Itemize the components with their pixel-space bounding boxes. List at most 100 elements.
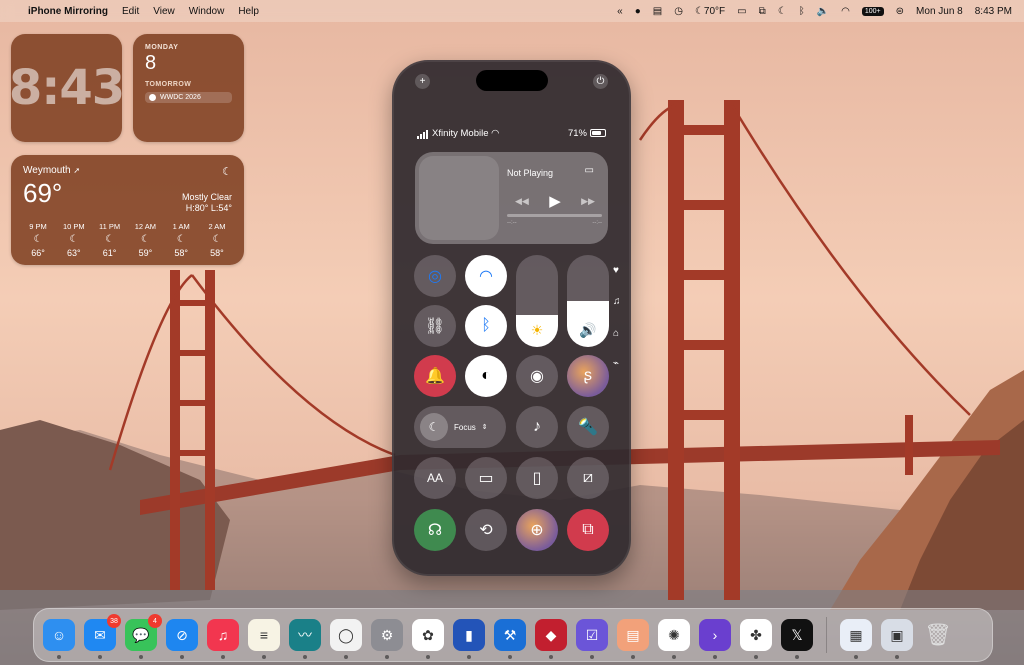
fast-forward-icon[interactable]: ▶▶ — [581, 196, 595, 207]
heart-icon[interactable]: ♥ — [613, 265, 619, 276]
clipboard-icon[interactable]: ▤ — [653, 6, 662, 17]
bluetooth-icon: ᛒ — [481, 317, 491, 334]
recent-window-1-icon: ▦ — [849, 626, 863, 643]
notification-badge: 4 — [148, 614, 162, 628]
menu-edit[interactable]: Edit — [122, 6, 139, 17]
menu-bar: iPhone Mirroring Edit View Window Help «… — [0, 0, 1024, 22]
calendar-day: MONDAY — [145, 44, 179, 51]
calendar-widget[interactable]: MONDAY 8 TOMORROW WWDC 2026 — [133, 34, 244, 142]
window-icon[interactable]: ▭ — [737, 6, 746, 17]
app-red-icon: ◆ — [545, 626, 557, 643]
battery-badge[interactable]: 100+ — [861, 6, 884, 16]
dock-app-finder[interactable]: ☺ — [43, 619, 75, 659]
menu-view[interactable]: View — [153, 6, 175, 17]
wifi-icon[interactable]: ◠ — [841, 6, 850, 17]
clock-widget[interactable]: 8:43 — [9, 34, 125, 142]
focus-moon-icon[interactable]: ☾ — [778, 6, 787, 17]
volume-icon[interactable]: 🔈 — [817, 6, 829, 17]
dock-app-chatgpt[interactable]: ✺ — [658, 619, 690, 659]
bluetooth-toggle[interactable]: ᛒ — [465, 305, 507, 347]
wifi-icon: ◠ — [479, 268, 493, 285]
weather-status[interactable]: ☾ 70°F — [695, 6, 725, 17]
hearing-button[interactable]: ☊ — [414, 509, 456, 551]
event-dot-icon — [149, 94, 156, 101]
screen-mirror-icon[interactable]: ⧉ — [759, 6, 766, 17]
add-control-icon[interactable]: + — [415, 74, 430, 89]
menu-help[interactable]: Help — [238, 6, 259, 17]
chevron-updown-icon: ⇕ — [481, 424, 488, 431]
airplay-icon[interactable]: ▭ — [585, 165, 594, 176]
running-indicator — [713, 655, 717, 659]
dock-app-recent-window-1[interactable]: ▦ — [840, 619, 872, 659]
dock-app-safari[interactable]: ⊘ — [166, 619, 198, 659]
app-status-icon[interactable]: ● — [635, 6, 641, 17]
magnifier-button[interactable]: ⊕ — [516, 509, 558, 551]
running-indicator — [426, 655, 430, 659]
low-power-button[interactable]: ▭ — [465, 457, 507, 499]
power-icon[interactable]: ⏻ — [593, 74, 608, 89]
iphone-mirroring-window[interactable]: + ⏻ Xfinity Mobile ◠ 71% Not Playing ▭ ◀… — [392, 60, 631, 576]
signal-page-icon[interactable]: ⌁ — [613, 358, 619, 369]
menubar-time[interactable]: 8:43 PM — [975, 6, 1012, 17]
dock-app-app-blue[interactable]: ▮ — [453, 619, 485, 659]
music-recognition-button[interactable]: ♪ — [516, 406, 558, 448]
rewind-icon[interactable]: ◀◀ — [515, 196, 529, 207]
weather-location: Weymouth ➚ — [23, 165, 81, 176]
app-menu[interactable]: iPhone Mirroring — [28, 6, 108, 17]
weather-widget[interactable]: Weymouth ➚ 69° ☾ Mostly Clear H:80° L:54… — [11, 155, 244, 265]
music-note-icon: ♪ — [533, 418, 541, 435]
battery-icon — [590, 129, 606, 138]
dock-app-app-red[interactable]: ◆ — [535, 619, 567, 659]
home-icon[interactable]: ⌂ — [613, 328, 619, 339]
clock-status-icon[interactable]: ◷ — [674, 6, 683, 17]
dock-app-mail[interactable]: ✉ 38 — [84, 614, 121, 659]
dock-app-x[interactable]: 𝕏 — [781, 619, 813, 659]
dock-app-music[interactable]: ♫ — [207, 619, 239, 659]
flashlight-button[interactable]: 🔦 — [567, 406, 609, 448]
cellular-toggle[interactable]: ⛓ — [414, 305, 456, 347]
chevrons-left-icon[interactable]: « — [617, 6, 623, 17]
screen-mirror-button[interactable]: ⧉ — [567, 509, 609, 551]
dock-trash[interactable]: 🗑 — [922, 619, 954, 651]
menu-window[interactable]: Window — [189, 6, 225, 17]
bluetooth-icon[interactable]: ᛒ — [799, 6, 805, 17]
dock-app-freeform[interactable]: 〰 — [289, 619, 321, 659]
dock-app-xcode-beta[interactable]: ⚒ — [494, 619, 526, 659]
music-icon[interactable]: ♫ — [613, 296, 621, 307]
rotation-lock-button[interactable]: ⟲ — [465, 509, 507, 551]
wifi-toggle[interactable]: ◠ — [465, 255, 507, 297]
focus-toggle[interactable]: ☾ Focus ⇕ — [414, 406, 506, 448]
dock-app-notes[interactable]: ≡ — [248, 619, 280, 659]
screen-mirroring-button[interactable]: ⧄ — [567, 457, 609, 499]
moon-icon: ☾ — [176, 234, 186, 245]
playback-scrubber[interactable] — [507, 214, 602, 217]
notification-badge: 38 — [107, 614, 121, 628]
text-size-button[interactable]: AA — [414, 457, 456, 499]
play-icon[interactable]: ▶ — [549, 192, 561, 210]
remote-button[interactable]: ▯ — [516, 457, 558, 499]
now-playing-module[interactable]: Not Playing ▭ ◀◀ ▶ ▶▶ --:-- --:-- — [415, 152, 608, 244]
airdrop-button[interactable]: ◎ — [414, 255, 456, 297]
volume-slider[interactable]: 🔊 — [567, 255, 609, 347]
running-indicator — [57, 655, 61, 659]
dock-app-photos[interactable]: ✿ — [412, 619, 444, 659]
dock-app-app-terminal[interactable]: › — [699, 619, 731, 659]
control-center-icon[interactable]: ⊜ — [896, 6, 904, 17]
dock-app-system-settings[interactable]: ⚙ — [371, 619, 403, 659]
weather-condition: Mostly Clear H:80° L:54° — [181, 192, 232, 213]
dark-mode-toggle[interactable]: ◐ — [465, 355, 507, 397]
menubar-date[interactable]: Mon Jun 8 — [916, 6, 963, 17]
screen-record-button[interactable]: ◉ — [516, 355, 558, 397]
silent-mode-toggle[interactable]: 🔔 — [414, 355, 456, 397]
dock-app-messages[interactable]: 💬 4 — [125, 614, 162, 659]
dock-app-app-purple[interactable]: ☑ — [576, 619, 608, 659]
signal-icon — [417, 128, 429, 139]
dock-app-lasso[interactable]: ◯ — [330, 619, 362, 659]
brightness-icon: ☀ — [530, 322, 544, 338]
dock-app-recent-window-2[interactable]: ▣ — [881, 619, 913, 659]
dock-app-slack[interactable]: ✤ — [740, 619, 772, 659]
moon-icon: ☾ — [105, 234, 115, 245]
brightness-slider[interactable]: ☀ — [516, 255, 558, 347]
dock-app-app-orange[interactable]: ▤ — [617, 619, 649, 659]
shazam-button[interactable]: ʂ — [567, 355, 609, 397]
